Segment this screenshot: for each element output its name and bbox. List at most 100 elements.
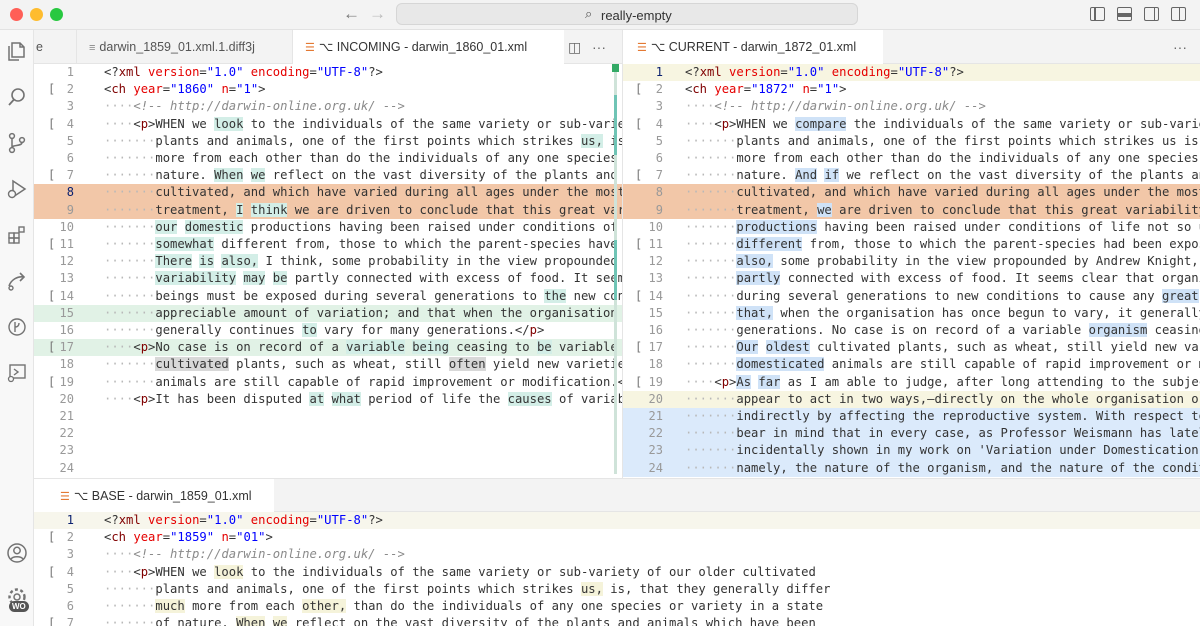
code-line[interactable]: 12 ·······There is also, I think, some pr…: [34, 253, 622, 270]
command-center-search[interactable]: ⌕ really-empty: [396, 3, 858, 25]
tab-current[interactable]: ☰ ⌥ CURRENT - darwin_1872_01.xml: [623, 30, 883, 64]
editor-current[interactable]: 1 <?xml version="1.0" encoding="UTF-8"?> 2…: [623, 64, 1200, 478]
code-line[interactable]: 22 ·······bear in mind that in every case…: [623, 425, 1200, 443]
minimize-window-button[interactable]: [30, 8, 43, 21]
split-editor-button[interactable]: ◫: [568, 30, 581, 64]
code-line[interactable]: 23 ·······incidentally shown in my work o…: [623, 442, 1200, 460]
more-actions-button[interactable]: ···: [592, 30, 606, 64]
code-line[interactable]: 21: [34, 408, 622, 425]
line-number: 8: [655, 185, 663, 200]
code-line[interactable]: 21 ·······indirectly by affecting the rep…: [623, 408, 1200, 426]
code-line[interactable]: 10 ·······our domestic productions having…: [34, 219, 622, 236]
code-line[interactable]: 1 <?xml version="1.0" encoding="UTF-8"?>: [34, 64, 622, 81]
code-line[interactable]: 7[·······nature. And if we reflect on th…: [623, 167, 1200, 184]
code-line[interactable]: 13 ·······partly connected with excess of…: [623, 270, 1200, 287]
code-line[interactable]: 18 ·······cultivated plants, such as whea…: [34, 356, 622, 373]
code-line[interactable]: 16 ·······generally continues to vary for…: [34, 322, 622, 339]
explorer-icon[interactable]: [5, 40, 29, 64]
code-text: ·······somewhat different from, those to…: [104, 237, 622, 251]
extensions-icon[interactable]: [5, 224, 29, 248]
back-arrow-icon[interactable]: ←: [343, 4, 360, 24]
code-line[interactable]: 5 ·······plants and animals, one of the f…: [623, 133, 1200, 150]
toggle-panel-icon[interactable]: [1117, 7, 1132, 21]
tab-incoming[interactable]: ☰ ⌥ INCOMING - darwin_1860_01.xml: [292, 30, 564, 64]
editor-incoming[interactable]: 1 <?xml version="1.0" encoding="UTF-8"?> 2…: [34, 64, 622, 478]
code-line[interactable]: 12 ·······also, some probability in the v…: [623, 253, 1200, 270]
code-line[interactable]: 4[····<p>WHEN we look to the individuals…: [34, 564, 1200, 581]
code-line[interactable]: 13 ·······variability may be partly conne…: [34, 270, 622, 287]
code-line[interactable]: 3 ····<!-- http://darwin-online.org.uk/ -…: [34, 98, 622, 115]
merge-bracket-icon: [: [635, 237, 643, 251]
account-icon[interactable]: [5, 542, 29, 566]
tab-diff3-file[interactable]: ≡ darwin_1859_01.xml.1.diff3j: [76, 30, 326, 64]
code-line[interactable]: 11[·······different from, those to which…: [623, 236, 1200, 253]
code-line[interactable]: 24: [34, 460, 622, 477]
code-line[interactable]: 6 ·······more from each other than do the…: [34, 150, 622, 167]
code-line[interactable]: 22: [34, 425, 622, 442]
remote-icon[interactable]: [5, 270, 29, 294]
code-line[interactable]: 8 ·······cultivated, and which have varie…: [34, 184, 622, 202]
code-text: ·······productions having been raised un…: [685, 219, 1200, 234]
code-line[interactable]: 6 ·······more from each other than do the…: [623, 150, 1200, 167]
line-number: 22: [59, 426, 74, 441]
search-icon[interactable]: [5, 86, 29, 110]
code-line[interactable]: 3 ····<!-- http://darwin-online.org.uk/ -…: [34, 546, 1200, 563]
code-line[interactable]: 15 ·······that, when the organisation has…: [623, 305, 1200, 322]
code-line[interactable]: 17[····<p>No case is on record of a vari…: [34, 339, 622, 357]
code-line[interactable]: 4[····<p>WHEN we compare the individuals…: [623, 116, 1200, 133]
code-line[interactable]: 18 ·······domesticated animals are still …: [623, 356, 1200, 373]
tab-overflow[interactable]: e: [34, 30, 76, 64]
settings-badge: WO: [9, 601, 29, 612]
remote-explorer-icon[interactable]: [5, 362, 29, 386]
line-number: 22: [648, 426, 663, 441]
line-number: 18: [648, 357, 663, 372]
code-line[interactable]: 8 ·······cultivated, and which have varie…: [623, 184, 1200, 202]
run-debug-icon[interactable]: [5, 178, 29, 202]
code-line[interactable]: 23: [34, 442, 622, 459]
code-line[interactable]: 9 ·······treatment, I think we are driven…: [34, 201, 622, 219]
git-graph-icon[interactable]: [5, 316, 29, 340]
toggle-secondary-sidebar-icon[interactable]: [1144, 7, 1159, 21]
code-line[interactable]: 7[·······nature. When we reflect on the …: [34, 167, 622, 184]
code-text: ·······treatment, I think we are driven …: [104, 202, 622, 217]
code-line[interactable]: 1 <?xml version="1.0" encoding="UTF-8"?>: [623, 64, 1200, 82]
code-line[interactable]: 16 ·······generations. No case is on reco…: [623, 322, 1200, 339]
code-text: <ch year="1860" n="1">: [104, 82, 266, 97]
code-line[interactable]: 20 ····<p>It has been disputed at what pe…: [34, 391, 622, 408]
code-line[interactable]: 2[<ch year="1859" n="01">: [34, 529, 1200, 546]
merge-bracket-icon: [: [48, 374, 56, 389]
source-control-icon[interactable]: [5, 132, 29, 156]
code-text: <?xml version="1.0" encoding="UTF-8"?>: [685, 65, 964, 79]
code-line[interactable]: 11[·······somewhat different from, those…: [34, 236, 622, 253]
forward-arrow-icon[interactable]: →: [369, 4, 386, 24]
line-number: 16: [648, 323, 663, 337]
code-line[interactable]: 6 ·······much more from each other, than …: [34, 598, 1200, 615]
code-line[interactable]: 3 ····<!-- http://darwin-online.org.uk/ -…: [623, 98, 1200, 115]
customize-layout-icon[interactable]: [1171, 7, 1186, 21]
code-line[interactable]: 1 <?xml version="1.0" encoding="UTF-8"?>: [34, 512, 1200, 530]
code-line[interactable]: 7[·······of nature. When we reflect on t…: [34, 615, 1200, 626]
code-text: ·······much more from each other, than d…: [104, 599, 824, 613]
code-text: ·······more from each other than do the …: [104, 151, 622, 165]
code-line[interactable]: 24 ·······namely, the nature of the organ…: [623, 459, 1200, 477]
zoom-window-button[interactable]: [50, 8, 63, 21]
code-line[interactable]: 2[<ch year="1872" n="1">: [623, 81, 1200, 98]
code-line[interactable]: 14[·······during several generations to …: [623, 288, 1200, 305]
code-line[interactable]: 9 ·······treatment, we are driven to conc…: [623, 201, 1200, 219]
code-line[interactable]: 19[····<p>As far as I am able to judge, …: [623, 374, 1200, 391]
code-line[interactable]: 10 ·······productions having been raised …: [623, 219, 1200, 236]
code-line[interactable]: 5 ·······plants and animals, one of the f…: [34, 133, 622, 150]
tab-base[interactable]: ☰ ⌥ BASE - darwin_1859_01.xml: [34, 479, 274, 513]
code-line[interactable]: 14[·······beings must be exposed during …: [34, 288, 622, 305]
editor-base[interactable]: 1 <?xml version="1.0" encoding="UTF-8"?> 2…: [34, 512, 1200, 626]
toggle-primary-sidebar-icon[interactable]: [1090, 7, 1105, 21]
code-line[interactable]: 15 ·······appreciable amount of variation…: [34, 304, 622, 322]
code-line[interactable]: 4[····<p>WHEN we look to the individuals…: [34, 116, 622, 133]
code-line[interactable]: 17[·······Our oldest cultivated plants, …: [623, 339, 1200, 356]
close-window-button[interactable]: [10, 8, 23, 21]
code-line[interactable]: 5 ·······plants and animals, one of the f…: [34, 581, 1200, 598]
code-line[interactable]: 19[·······animals are still capable of r…: [34, 374, 622, 391]
code-line[interactable]: 20 ·······appear to act in two ways,—dire…: [623, 390, 1200, 408]
code-line[interactable]: 2[<ch year="1860" n="1">: [34, 81, 622, 98]
more-actions-button[interactable]: ···: [1173, 30, 1187, 64]
